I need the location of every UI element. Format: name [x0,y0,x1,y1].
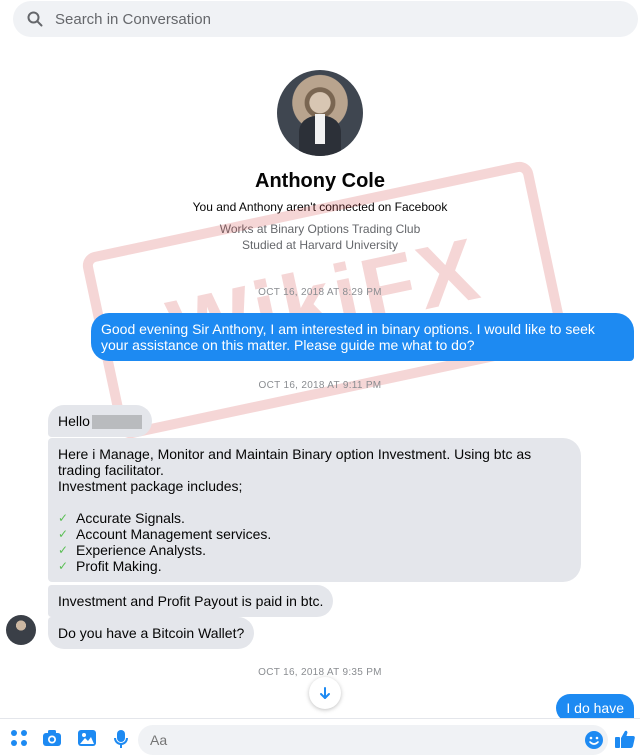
connection-status: You and Anthony aren't connected on Face… [192,200,448,214]
contact-profile-header: Anthony Cole You and Anthony aren't conn… [0,70,640,253]
list-item: ✓ Profit Making. [58,558,162,574]
photo-icon[interactable] [77,729,97,747]
list-item: ✓ Accurate Signals. [58,510,185,526]
apps-icon[interactable] [10,729,28,747]
contact-avatar[interactable] [277,70,363,156]
message-text: Here i Manage, Monitor and Maintain Bina… [58,446,532,478]
contact-details: Works at Binary Options Trading Club Stu… [0,221,640,253]
incoming-message[interactable]: Investment and Profit Payout is paid in … [48,585,334,617]
camera-icon[interactable] [42,729,62,747]
contact-education: Studied at Harvard University [241,238,399,252]
package-list: ✓ Accurate Signals. ✓ Account Management s… [58,510,571,574]
checkmark-icon: ✓ [58,559,69,573]
message-input[interactable] [138,725,608,755]
message-text: Investment package includes; [58,478,243,494]
list-item: ✓ Experience Analysts. [58,542,206,558]
arrow-down-icon [320,687,330,699]
checkmark-icon: ✓ [58,511,69,525]
redacted-name [91,415,142,430]
message-text: Hello [58,413,90,429]
search-input[interactable] [53,9,597,29]
contact-name[interactable]: Anthony Cole [0,170,640,193]
microphone-icon[interactable] [113,729,129,749]
checkmark-icon: ✓ [58,543,69,557]
emoji-icon[interactable] [584,730,604,750]
incoming-message[interactable]: Do you have a Bitcoin Wallet? [48,617,255,649]
message-timestamp: OCT 16, 2018 AT 9:35 PM [258,667,382,678]
search-icon [27,11,43,27]
list-item: ✓ Account Management services. [58,526,272,542]
contact-work: Works at Binary Options Trading Club [219,222,421,236]
checkmark-icon: ✓ [58,527,69,541]
like-thumb-icon[interactable] [614,729,636,749]
incoming-message[interactable]: Here i Manage, Monitor and Maintain Bina… [48,438,581,582]
message-timestamp: OCT 16, 2018 AT 8:29 PM [258,287,382,298]
incoming-message[interactable]: Hello [48,405,152,438]
scroll-to-bottom-button[interactable] [309,677,341,709]
message-timestamp: OCT 16, 2018 AT 9:11 PM [258,380,382,391]
message-composer [0,718,640,755]
outgoing-message[interactable]: Good evening Sir Anthony, I am intereste… [91,313,634,361]
conversation-search-bar[interactable] [13,1,638,37]
contact-avatar-small[interactable] [6,615,36,645]
